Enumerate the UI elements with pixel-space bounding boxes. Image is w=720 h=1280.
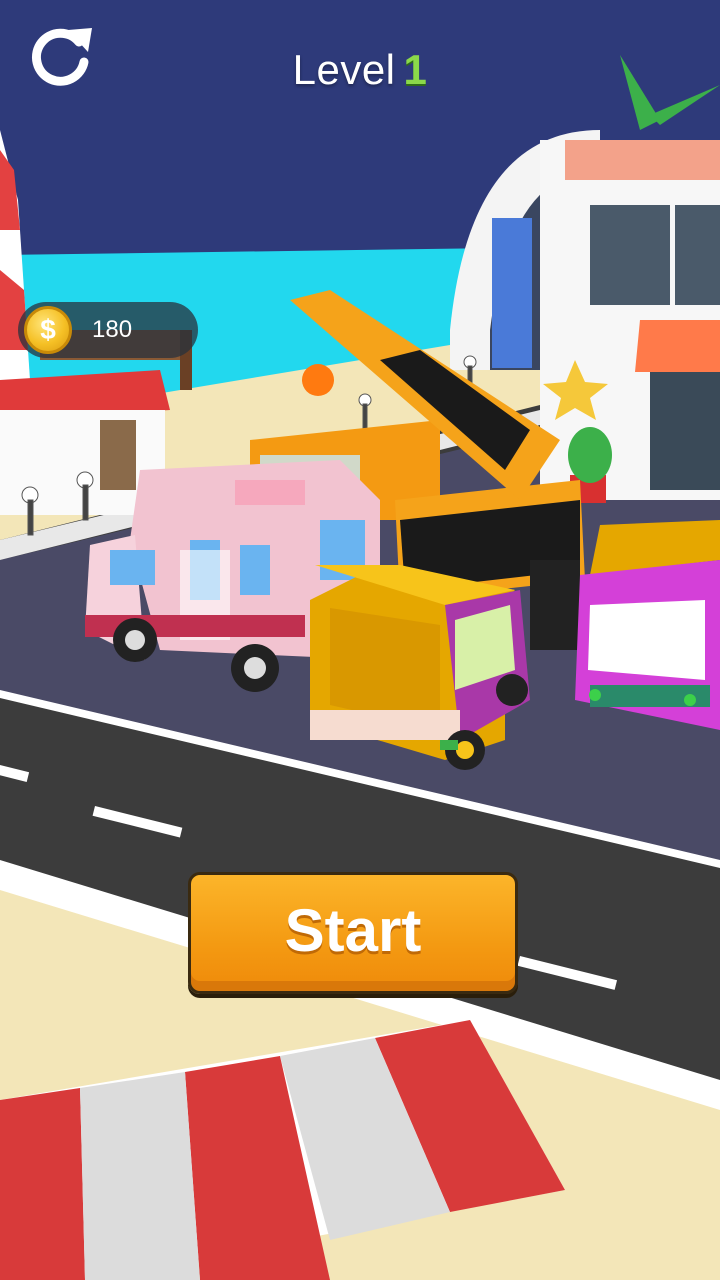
game-scene — [0, 0, 720, 1280]
yellow-box-truck — [310, 565, 530, 770]
coin-value: 180 — [92, 316, 133, 343]
purple-van — [575, 520, 720, 730]
coin-counter: $ 180 — [18, 302, 198, 358]
start-button-label: Start — [284, 897, 422, 964]
start-button[interactable]: Start — [188, 872, 518, 994]
dollar-coin-icon: $ — [24, 306, 72, 354]
level-title: Level 1 — [0, 46, 720, 94]
level-number: 1 — [403, 46, 428, 93]
level-label: Level — [292, 46, 396, 93]
